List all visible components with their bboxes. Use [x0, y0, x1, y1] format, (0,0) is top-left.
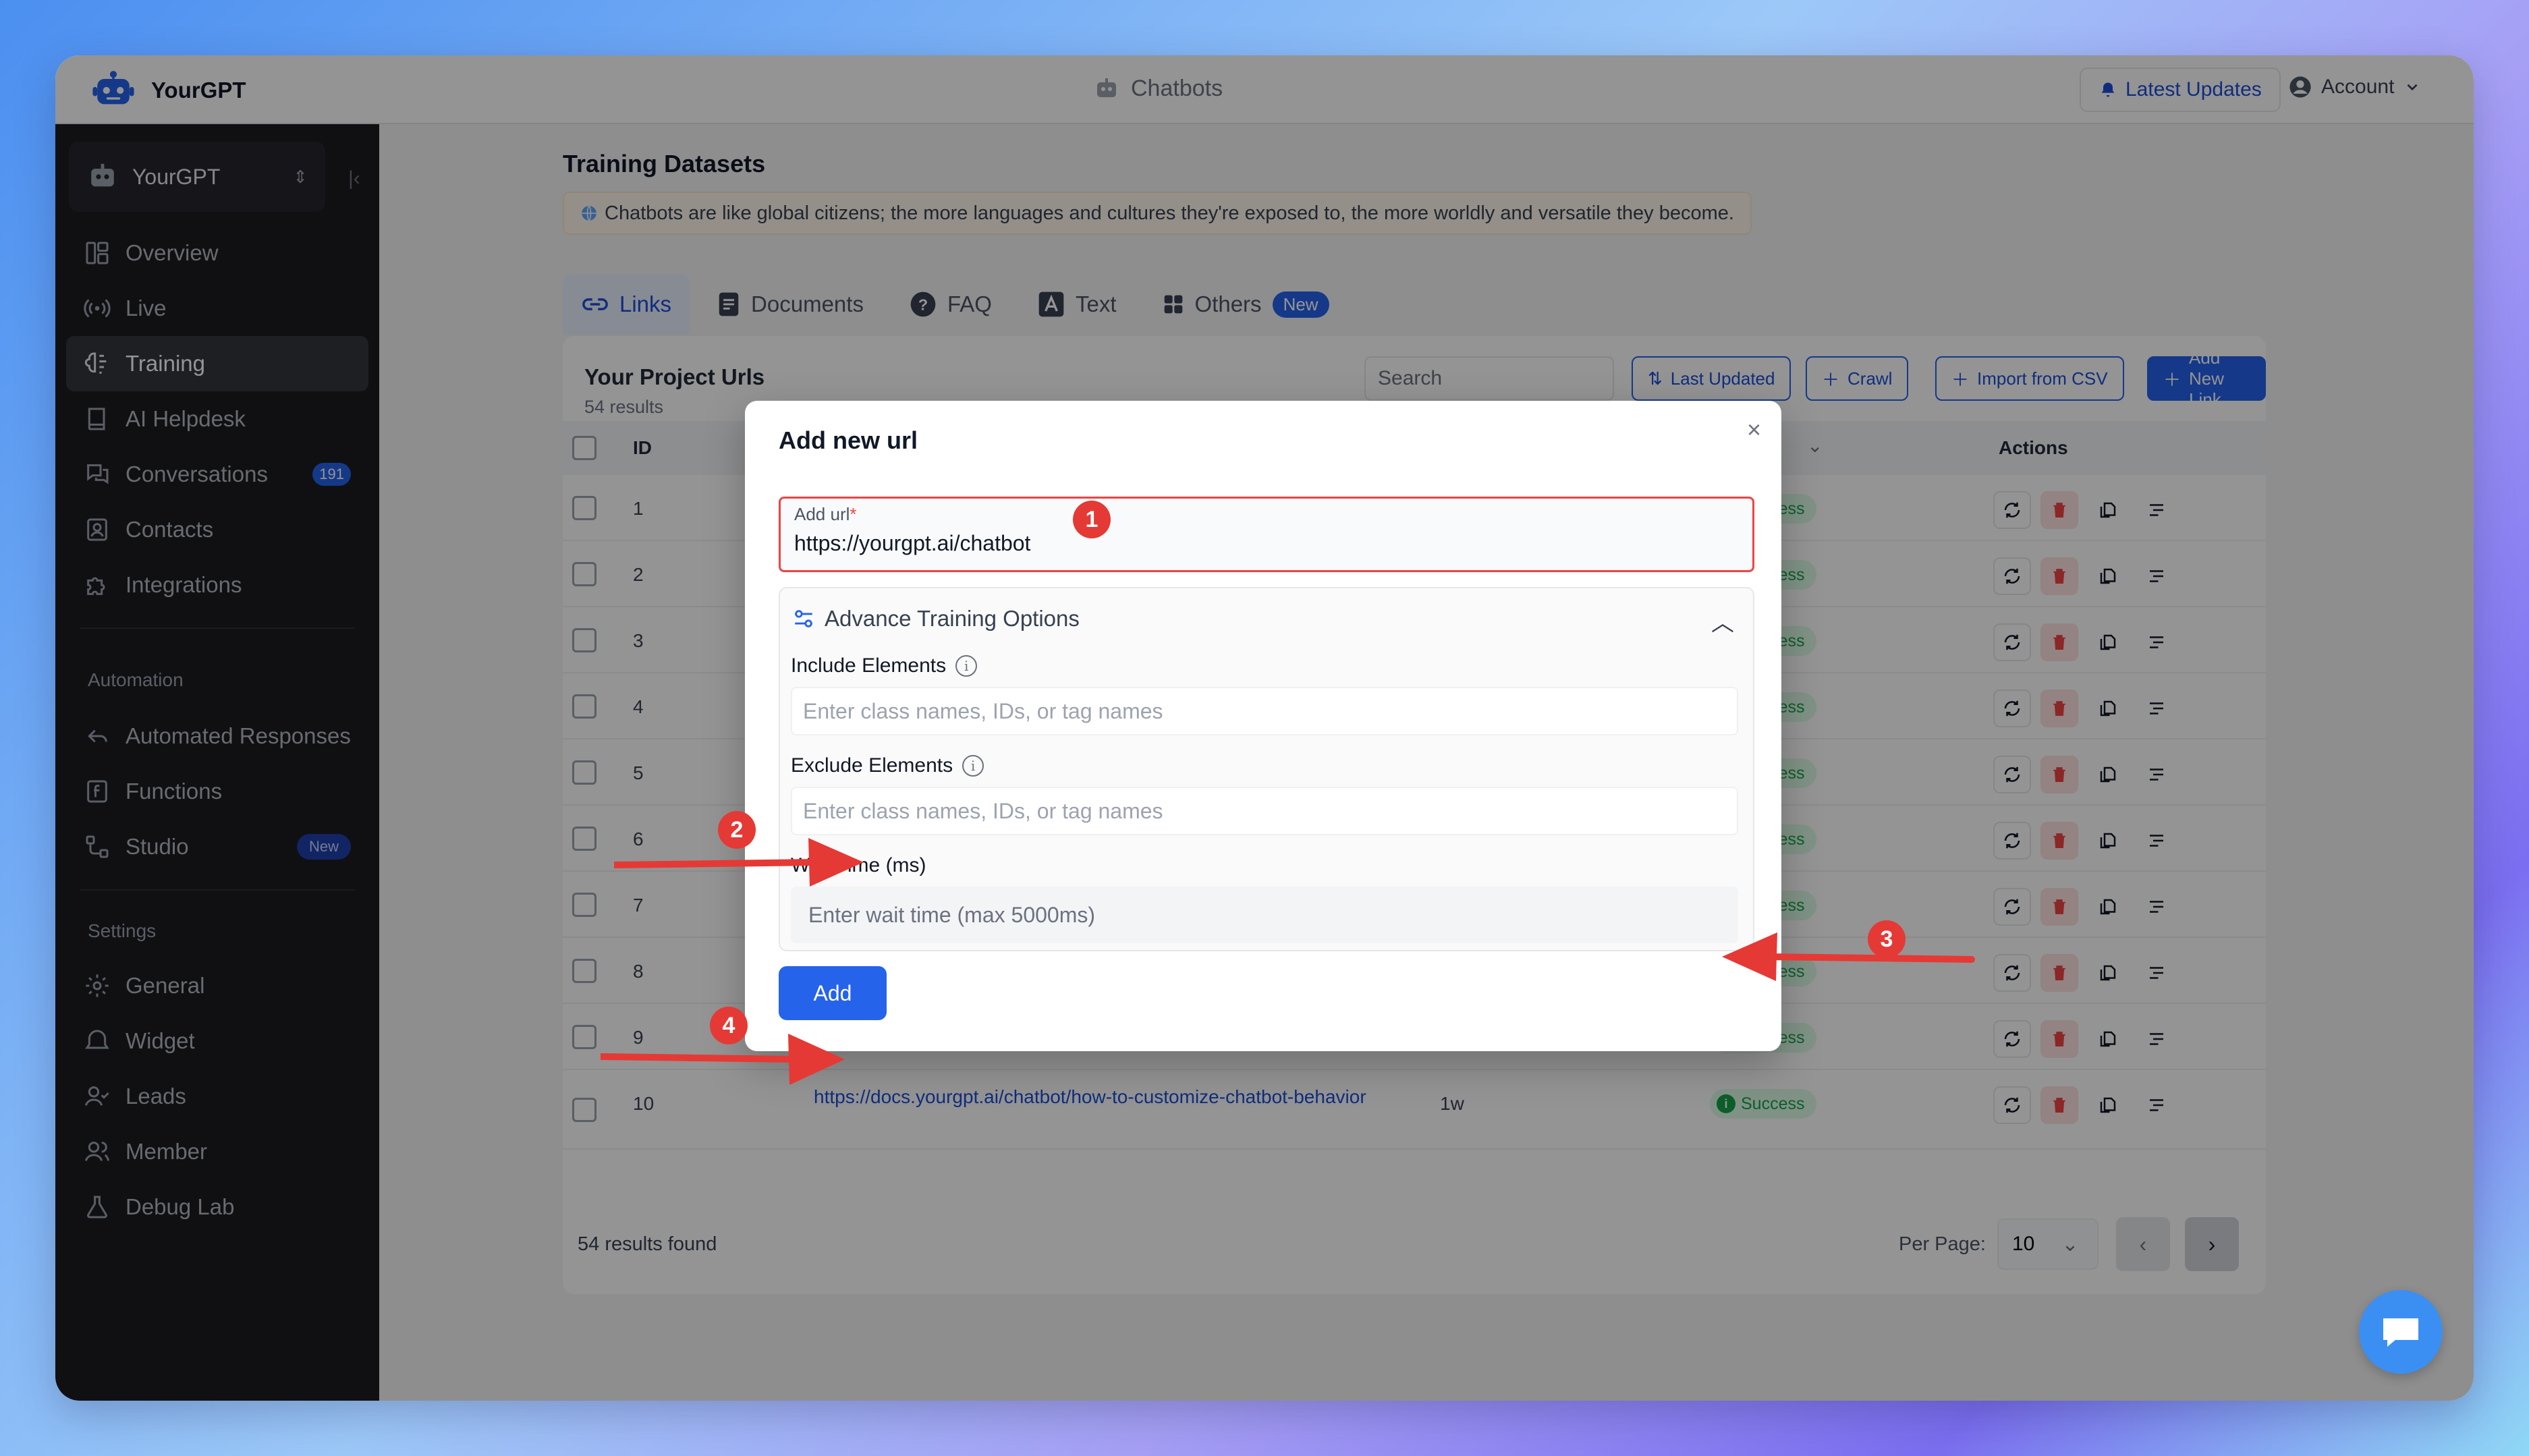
info-icon[interactable]: i	[955, 655, 978, 677]
url-input[interactable]: Add url* https://yourgpt.ai/chatbot	[779, 497, 1754, 572]
step-marker-1: 1	[1073, 501, 1111, 538]
arrow-right-icon	[601, 1034, 845, 1085]
exclude-elements-input[interactable]: Enter class names, IDs, or tag names	[791, 787, 1738, 835]
url-field-label: Add url*	[794, 504, 857, 525]
advanced-options-title: Advance Training Options	[825, 606, 1080, 631]
add-url-modal: Add new url × Add url* https://yourgpt.a…	[745, 401, 1781, 1051]
advanced-options-accordion: Advance Training Options ︿ Include Eleme…	[779, 587, 1754, 951]
required-mark: *	[850, 504, 857, 524]
modal-title: Add new url	[779, 426, 918, 454]
arrow-right-icon	[614, 838, 864, 887]
chevron-up-icon[interactable]: ︿	[1711, 605, 1734, 638]
add-button[interactable]: Add	[779, 966, 887, 1020]
app-window: YourGPT Chatbots Latest Updates Account …	[55, 55, 2474, 1401]
close-icon[interactable]: ×	[1747, 416, 1761, 444]
url-label-text: Add url	[794, 504, 850, 524]
exclude-elements-label: Exclude Elements i	[791, 754, 984, 777]
url-value: https://yourgpt.ai/chatbot	[794, 531, 1031, 555]
include-elements-label: Include Elements i	[791, 654, 978, 677]
wait-time-input[interactable]: Enter wait time (max 5000ms)	[791, 887, 1738, 943]
chat-icon	[2383, 1318, 2418, 1347]
chat-launcher-button[interactable]	[2359, 1290, 2443, 1374]
exclude-label-text: Exclude Elements	[791, 754, 953, 777]
include-label-text: Include Elements	[791, 654, 947, 677]
arrow-left-icon	[1722, 932, 1975, 981]
sliders-icon	[795, 610, 812, 627]
info-icon[interactable]: i	[962, 755, 984, 777]
advanced-options-header[interactable]: Advance Training Options	[792, 606, 1080, 632]
include-elements-input[interactable]: Enter class names, IDs, or tag names	[791, 687, 1738, 735]
